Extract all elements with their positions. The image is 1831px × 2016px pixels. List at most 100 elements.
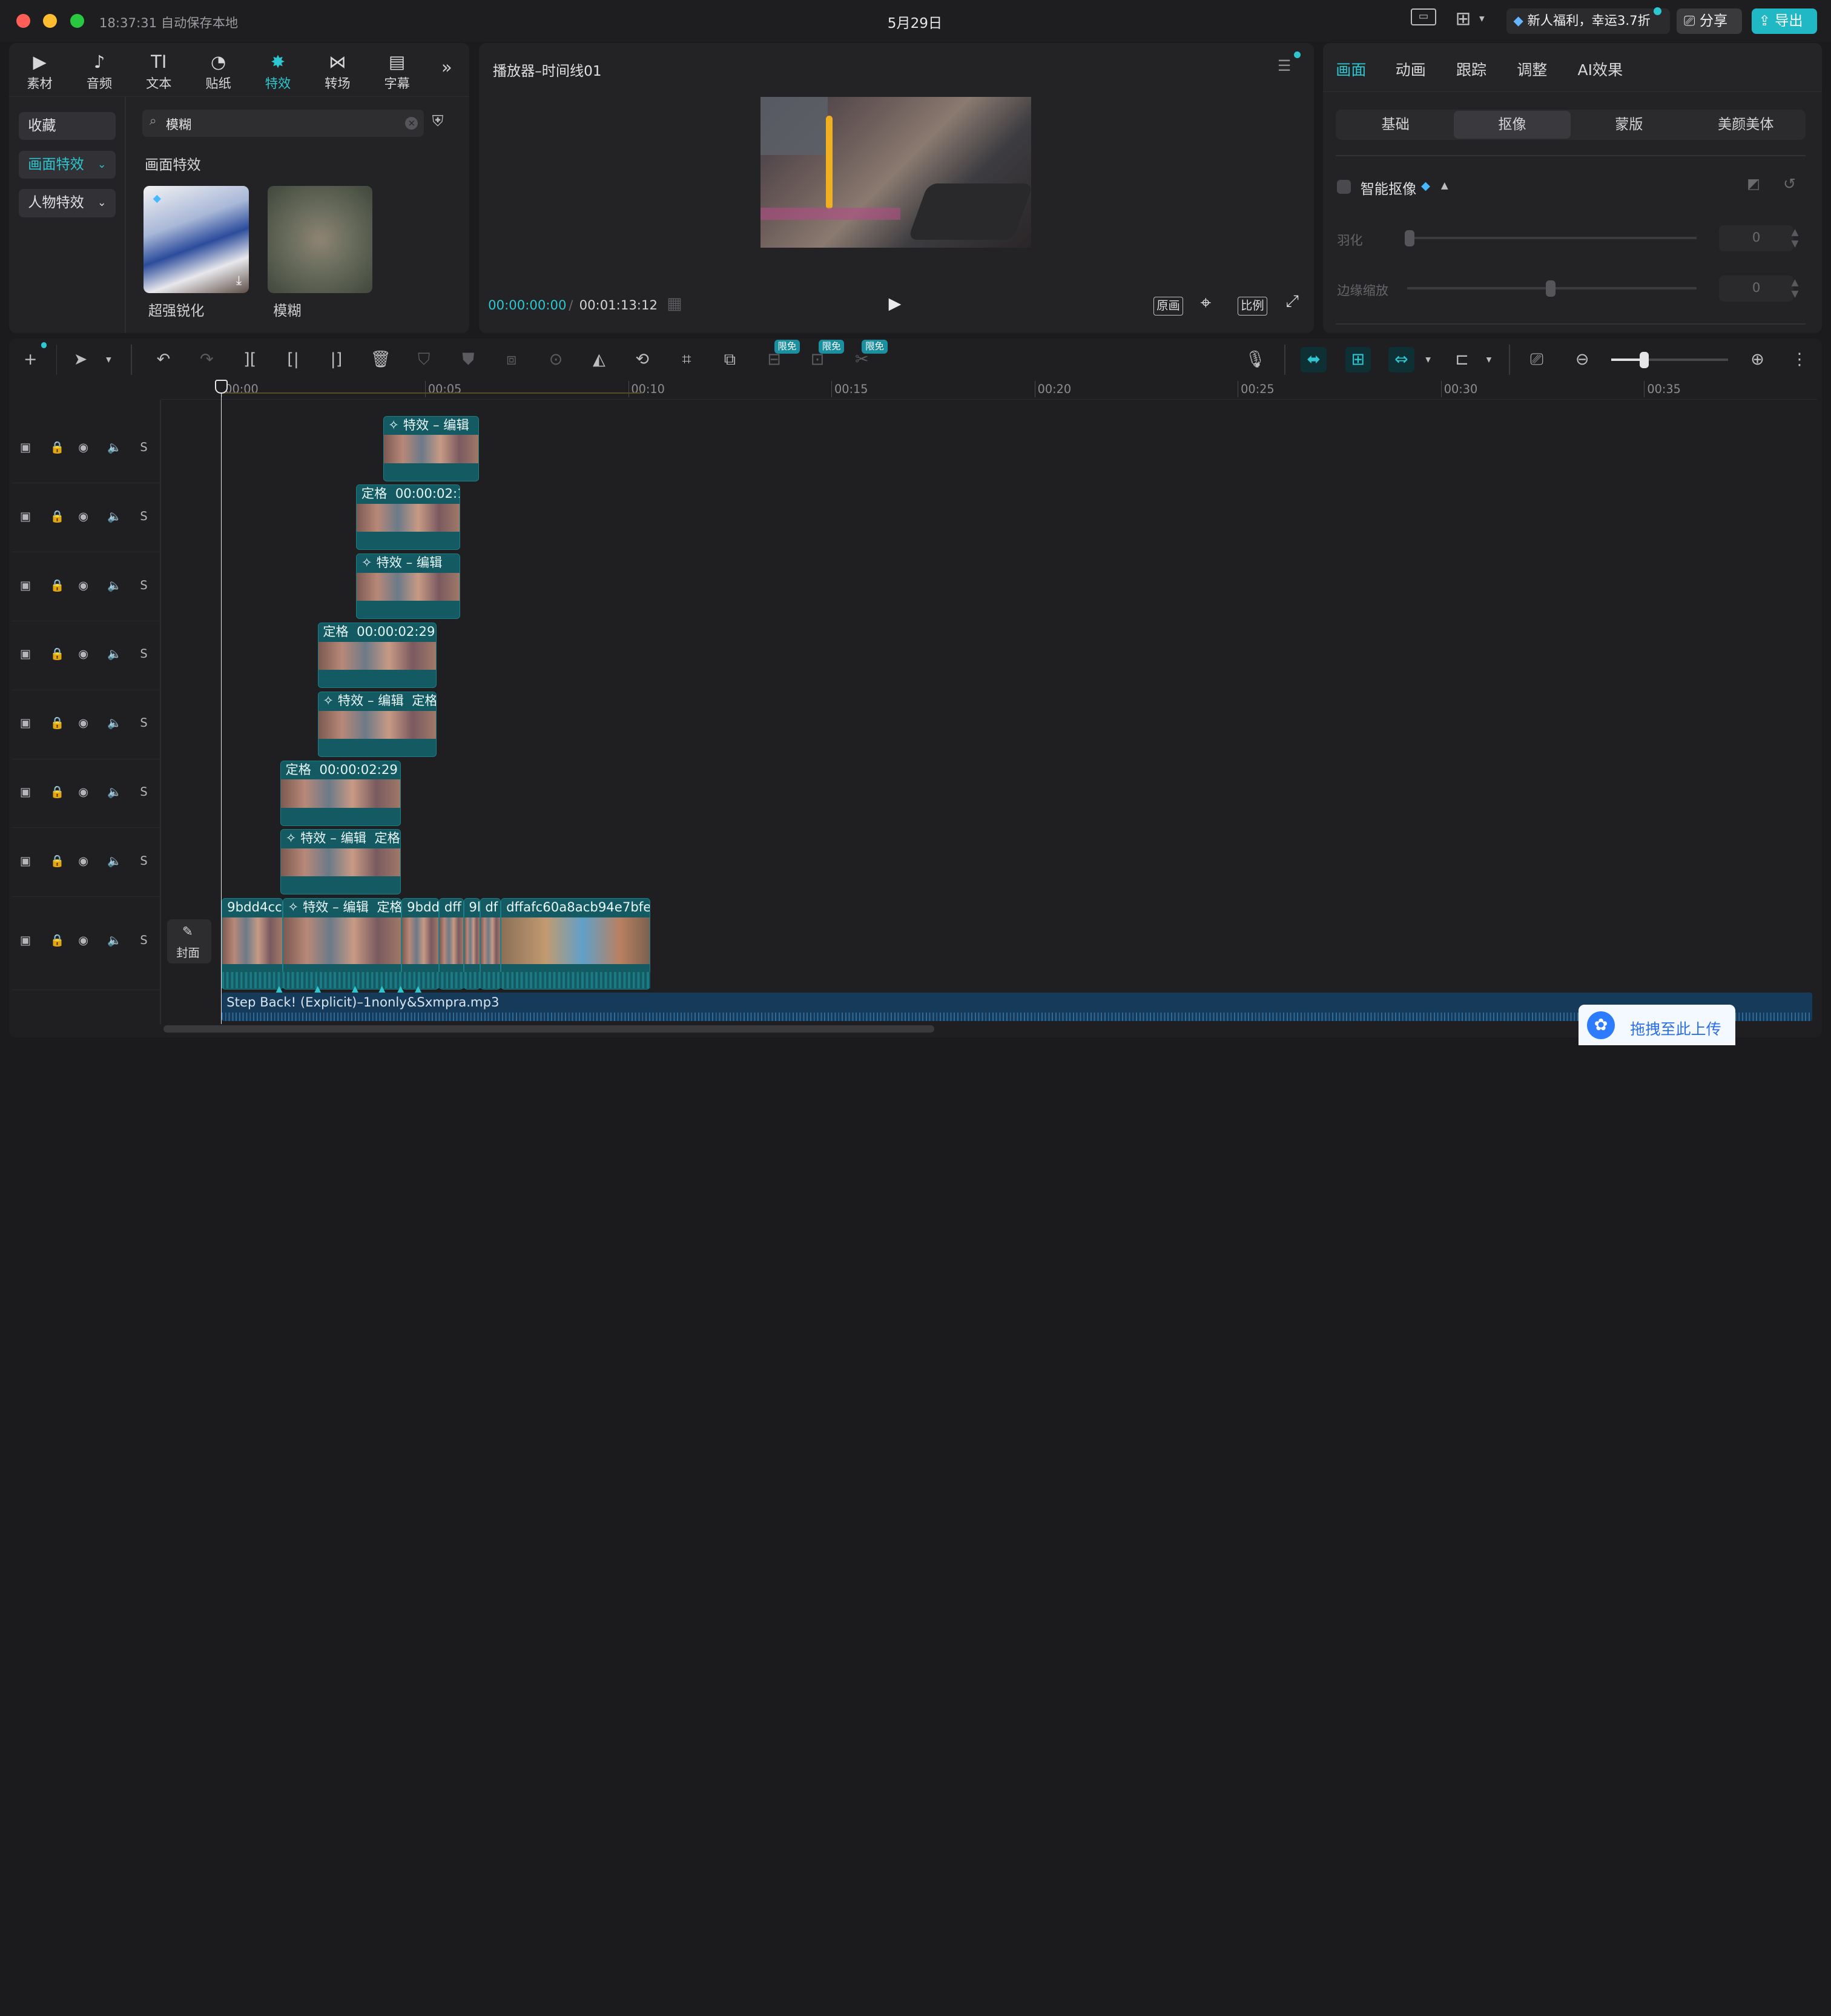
timeline-icon[interactable]: ▦ bbox=[667, 294, 682, 313]
effect-thumbnail-blur[interactable] bbox=[267, 185, 373, 294]
tab-sticker[interactable]: ◔ 贴纸 bbox=[191, 50, 245, 93]
visibility-icon[interactable]: ◉ bbox=[78, 647, 88, 661]
segment-basic[interactable]: 基础 bbox=[1337, 111, 1454, 139]
tab-subtitle[interactable]: ▤ 字幕 bbox=[370, 50, 424, 93]
close-window-button[interactable] bbox=[16, 14, 31, 28]
volume-icon[interactable]: 🔈 bbox=[107, 440, 122, 454]
tab-audio[interactable]: ♪ 音频 bbox=[73, 50, 127, 93]
feather-slider-handle[interactable] bbox=[1405, 230, 1414, 246]
track-toggle-icon[interactable]: ▣ bbox=[20, 440, 31, 454]
download-icon[interactable]: ⤓ bbox=[236, 273, 242, 288]
lock-icon[interactable]: 🔒 bbox=[50, 509, 65, 523]
solo-toggle[interactable]: S bbox=[140, 933, 147, 947]
zoom-window-button[interactable] bbox=[70, 14, 84, 28]
visibility-icon[interactable]: ◉ bbox=[78, 854, 88, 868]
mark-icon[interactable]: ⛉ bbox=[411, 347, 437, 372]
volume-icon[interactable]: 🔈 bbox=[107, 578, 122, 592]
snap-icon[interactable]: ⊞ bbox=[1345, 346, 1371, 373]
chevron-down-icon[interactable]: ▾ bbox=[1475, 6, 1489, 31]
tab-transition[interactable]: ⋈ 转场 bbox=[311, 50, 365, 93]
tab-adjust[interactable]: 调整 bbox=[1517, 58, 1547, 80]
feather-value-input[interactable]: 0 bbox=[1718, 225, 1794, 251]
volume-icon[interactable]: 🔈 bbox=[107, 509, 122, 523]
resize-icon[interactable]: ⧉ bbox=[717, 347, 742, 372]
lock-icon[interactable]: 🔒 bbox=[50, 440, 65, 454]
lock-icon[interactable]: 🔒 bbox=[50, 854, 65, 868]
link-icon[interactable]: ⇔ bbox=[1388, 346, 1414, 373]
track-toggle-icon[interactable]: ▣ bbox=[20, 785, 31, 799]
visibility-icon[interactable]: ◉ bbox=[78, 578, 88, 592]
stepper-icon[interactable]: ▲ ▼ bbox=[1791, 226, 1798, 250]
collapse-icon[interactable]: ▲ bbox=[1441, 180, 1448, 191]
tab-tracking[interactable]: 跟踪 bbox=[1456, 58, 1486, 80]
chevron-down-icon[interactable]: ▾ bbox=[1476, 347, 1502, 372]
solo-toggle[interactable]: S bbox=[140, 509, 147, 523]
edge-scale-slider-handle[interactable] bbox=[1546, 280, 1556, 297]
effect-thumbnail-sharpen[interactable]: ◆ ⤓ bbox=[144, 185, 249, 294]
visibility-icon[interactable]: ◉ bbox=[78, 933, 88, 947]
visibility-icon[interactable]: ◉ bbox=[78, 509, 88, 523]
track-toggle-icon[interactable]: ▣ bbox=[20, 716, 31, 730]
volume-icon[interactable]: 🔈 bbox=[107, 785, 122, 799]
shield-icon[interactable]: ⛊ bbox=[455, 347, 481, 372]
minimize-window-button[interactable] bbox=[43, 14, 58, 28]
solo-toggle[interactable]: S bbox=[140, 647, 147, 661]
keyframe-icon[interactable]: ◩ bbox=[1747, 176, 1760, 192]
reverse-play-icon[interactable]: ⊙ bbox=[543, 347, 569, 372]
playhead[interactable] bbox=[220, 388, 222, 1025]
undo-icon[interactable]: ↶ bbox=[151, 347, 176, 372]
visibility-icon[interactable]: ◉ bbox=[78, 785, 88, 799]
tab-text[interactable]: TI 文本 bbox=[132, 50, 186, 93]
more-tabs-icon[interactable]: » bbox=[441, 57, 452, 78]
track-toggle-icon[interactable]: ▣ bbox=[20, 509, 31, 523]
crop-icon[interactable]: ⌗ bbox=[674, 347, 699, 372]
original-quality-button[interactable]: 原画 bbox=[1153, 296, 1183, 316]
sidebar-item-scene-effects[interactable]: 画面特效 ⌄ bbox=[18, 150, 116, 179]
solo-toggle[interactable]: S bbox=[140, 440, 147, 454]
smart-cutout-checkbox[interactable] bbox=[1337, 179, 1351, 194]
volume-icon[interactable]: 🔈 bbox=[107, 854, 122, 868]
effect-clip[interactable]: ✧ 特效 – 编辑 定格 bbox=[317, 691, 437, 757]
align-icon[interactable]: ⊏ bbox=[1449, 347, 1474, 372]
lock-icon[interactable]: 🔒 bbox=[50, 578, 65, 592]
playhead-handle[interactable] bbox=[214, 379, 228, 394]
segment-cutout[interactable]: 抠像 bbox=[1454, 111, 1571, 139]
aspect-ratio-button[interactable]: 比例 bbox=[1238, 296, 1267, 316]
select-cursor-icon[interactable]: ➤ bbox=[68, 347, 93, 372]
track-toggle-icon[interactable]: ▣ bbox=[20, 854, 31, 868]
volume-icon[interactable]: 🔈 bbox=[107, 716, 122, 730]
solo-toggle[interactable]: S bbox=[140, 854, 147, 868]
split-icon[interactable]: ][ bbox=[237, 347, 263, 372]
visibility-icon[interactable]: ◉ bbox=[78, 440, 88, 454]
effect-clip[interactable]: ✧ 特效 – 编辑 bbox=[383, 415, 479, 481]
effect-clip[interactable]: ✧ 特效 – 编辑 bbox=[356, 554, 460, 620]
filter-off-icon[interactable]: ⛨ bbox=[432, 112, 444, 131]
fullscreen-icon[interactable]: ⤢ bbox=[1285, 292, 1299, 311]
solo-toggle[interactable]: S bbox=[140, 716, 147, 730]
preview-axis-icon[interactable]: ⎚ bbox=[1524, 347, 1549, 372]
stepper-icon[interactable]: ▲ ▼ bbox=[1791, 277, 1798, 300]
tab-media[interactable]: ▶ 素材 bbox=[13, 50, 67, 93]
time-ruler[interactable] bbox=[161, 378, 1817, 400]
menu-icon[interactable]: ☰ bbox=[1278, 57, 1291, 74]
video-preview[interactable] bbox=[760, 97, 1031, 248]
track-toggle-icon[interactable]: ▣ bbox=[20, 647, 31, 661]
sidebar-item-character-effects[interactable]: 人物特效 ⌄ bbox=[18, 189, 116, 217]
solo-toggle[interactable]: S bbox=[140, 785, 147, 799]
export-button[interactable]: ⇪ 导出 bbox=[1751, 8, 1817, 34]
freeze-clip[interactable]: 定格 00:00:02:29 bbox=[317, 622, 437, 688]
solo-toggle[interactable]: S bbox=[140, 578, 147, 592]
share-button[interactable]: ⎚ 分享 bbox=[1677, 8, 1743, 34]
zoom-out-icon[interactable]: ⊖ bbox=[1569, 347, 1595, 372]
audio-clip[interactable]: Step Back! (Explicit)–1nonly&Sxmpra.mp3 bbox=[222, 993, 1813, 1021]
tab-ai-effects[interactable]: AI效果 bbox=[1578, 58, 1623, 80]
redo-icon[interactable]: ↷ bbox=[194, 347, 219, 372]
trim-left-icon[interactable]: [| bbox=[280, 347, 306, 372]
horizontal-scrollbar[interactable] bbox=[163, 1025, 934, 1033]
zoom-slider-handle[interactable] bbox=[1639, 351, 1649, 368]
more-options-icon[interactable]: ⋮ bbox=[1787, 347, 1812, 372]
add-track-icon[interactable]: + bbox=[18, 347, 43, 372]
lock-icon[interactable]: 🔒 bbox=[50, 647, 65, 661]
sidebar-item-favorites[interactable]: 收藏 bbox=[18, 112, 116, 140]
tab-effects[interactable]: ✸ 特效 bbox=[251, 50, 305, 93]
